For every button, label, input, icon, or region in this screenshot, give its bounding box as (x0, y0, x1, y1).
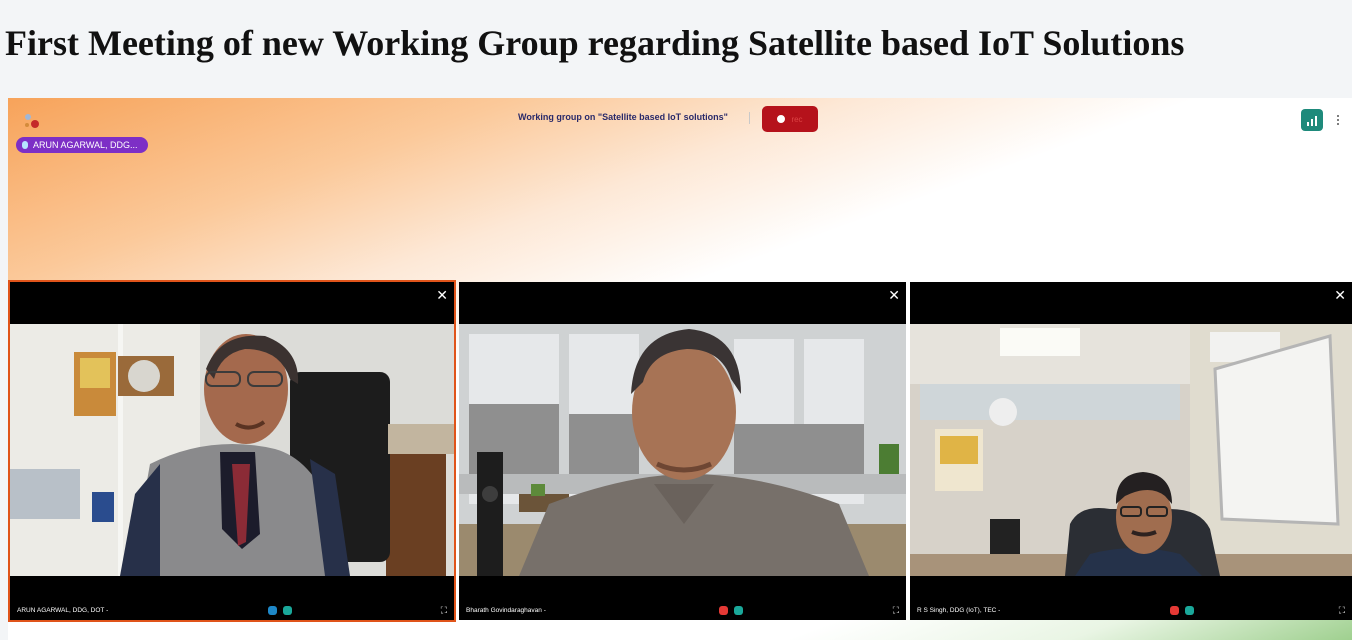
participant-video (459, 324, 906, 576)
participant-video (10, 324, 454, 576)
more-icon (1337, 115, 1339, 117)
signal-bar (1311, 119, 1313, 126)
expand-icon[interactable]: ⛶ (893, 606, 899, 615)
expand-icon[interactable]: ⛶ (1339, 606, 1345, 615)
mic-icon (1170, 606, 1179, 615)
participant-tile[interactable]: ✕ Bharath Govindaraghavan - ⛶ (459, 282, 906, 620)
active-speaker-chip[interactable]: ARUN AGARWAL, DDG... (16, 137, 148, 153)
more-dot (1337, 123, 1339, 125)
camera-icon (283, 606, 292, 615)
divider (749, 112, 750, 124)
recording-label: rec (791, 114, 803, 124)
meeting-name: Working group on "Satellite based IoT so… (518, 112, 728, 122)
network-status-button[interactable] (1301, 109, 1323, 131)
participant-video (910, 324, 1352, 576)
signal-bar (1315, 116, 1317, 126)
recording-button[interactable]: rec (762, 106, 818, 132)
more-options-button[interactable] (1334, 110, 1342, 130)
participant-name: R S Singh, DDG (IoT), TEC - (917, 607, 1001, 614)
signal-icon (1307, 122, 1309, 126)
participant-tile[interactable]: ✕ ARUN AGARWAL, DDG, DOT - ⛶ (10, 282, 454, 620)
participant-name: ARUN AGARWAL, DDG, DOT - (17, 607, 109, 614)
active-speaker-name: ARUN AGARWAL, DDG... (33, 140, 138, 150)
more-dot (1337, 119, 1339, 121)
close-icon[interactable]: ✕ (436, 288, 448, 302)
expand-icon[interactable]: ⛶ (441, 606, 447, 615)
camera-icon (1185, 606, 1194, 615)
video-call-window: ARUN AGARWAL, DDG... Working group on "S… (8, 98, 1352, 640)
participant-tile[interactable]: ✕ R S Singh, DDG (IoT), TEC - ⛶ (910, 282, 1352, 620)
page-title: First Meeting of new Working Group regar… (5, 23, 1185, 63)
camera-icon (734, 606, 743, 615)
mic-icon (719, 606, 728, 615)
app-logo (25, 114, 39, 128)
record-icon (777, 115, 786, 123)
mic-icon (22, 141, 28, 149)
close-icon[interactable]: ✕ (1334, 288, 1346, 302)
mic-icon (268, 606, 277, 615)
participant-name: Bharath Govindaraghavan - (466, 607, 546, 614)
close-icon[interactable]: ✕ (888, 288, 900, 302)
